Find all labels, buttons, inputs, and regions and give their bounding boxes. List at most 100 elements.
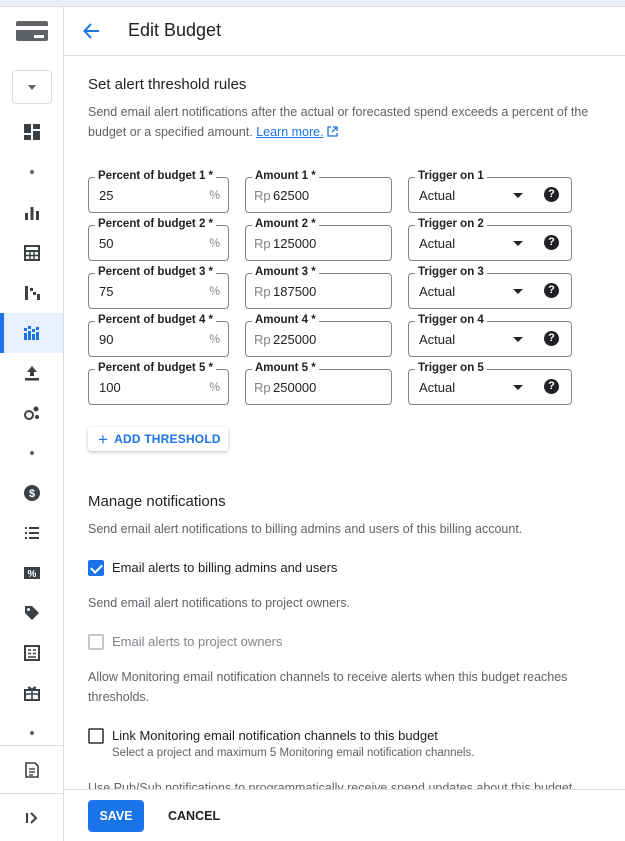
add-threshold-button[interactable]: + ADD THRESHOLD xyxy=(88,427,228,451)
cancel-button[interactable]: CANCEL xyxy=(160,800,228,832)
budgets-icon xyxy=(23,326,39,340)
sidebar-item-labels[interactable] xyxy=(0,593,63,633)
dashboard-icon xyxy=(23,124,40,140)
upload-icon xyxy=(24,366,39,381)
help-icon[interactable]: ? xyxy=(544,235,559,250)
threshold-description: Send email alert notifications after the… xyxy=(88,102,598,142)
account-selector[interactable] xyxy=(12,70,52,104)
percent-value-2: 50 xyxy=(99,236,114,251)
sidebar-item-dot-2[interactable] xyxy=(0,433,63,473)
help-icon[interactable]: ? xyxy=(544,331,559,346)
back-button[interactable] xyxy=(80,19,104,43)
learn-more-label: Learn more. xyxy=(256,125,324,139)
dot-icon xyxy=(29,731,34,735)
sidebar-item-release-notes[interactable] xyxy=(0,750,63,790)
chevron-down-icon xyxy=(513,241,523,246)
percent-field-3[interactable]: Percent of budget 3 * 75 % xyxy=(88,265,229,309)
monitoring-checkbox[interactable] xyxy=(88,728,104,744)
trigger-value-4: Actual xyxy=(419,332,456,347)
amount-label-1: Amount 1 * xyxy=(252,169,319,183)
tag-icon xyxy=(24,606,39,620)
trigger-label-5: Trigger on 5 xyxy=(415,361,487,375)
amount-field-5[interactable]: Amount 5 * Rp 250000 xyxy=(245,361,392,405)
trigger-value-1: Actual xyxy=(419,188,456,203)
trigger-select-2[interactable]: Trigger on 2 Actual ? xyxy=(408,217,572,261)
admins-checkbox-label[interactable]: Email alerts to billing admins and users xyxy=(112,560,337,575)
learn-more-link[interactable]: Learn more. xyxy=(256,125,323,139)
sidebar-item-budgets[interactable] xyxy=(0,313,63,353)
trigger-select-5[interactable]: Trigger on 5 Actual ? xyxy=(408,361,572,405)
save-button[interactable]: SAVE xyxy=(88,800,144,832)
sidebar-divider xyxy=(0,745,63,746)
add-threshold-label: ADD THRESHOLD xyxy=(114,432,221,446)
chevron-down-icon xyxy=(513,289,523,294)
sidebar-item-transactions[interactable] xyxy=(0,513,63,553)
trigger-value-5: Actual xyxy=(419,380,456,395)
currency-prefix-1: Rp xyxy=(254,188,271,203)
monitoring-checkbox-label[interactable]: Link Monitoring email notification chann… xyxy=(112,728,438,743)
percent-field-4[interactable]: Percent of budget 4 * 90 % xyxy=(88,313,229,357)
currency-prefix-2: Rp xyxy=(254,236,271,251)
bar-chart-icon xyxy=(24,207,39,220)
sidebar-item-export[interactable] xyxy=(0,353,63,393)
trigger-value-2: Actual xyxy=(419,236,456,251)
help-icon[interactable]: ? xyxy=(544,379,559,394)
percent-suffix-4: % xyxy=(209,332,220,346)
sidebar-item-trend[interactable] xyxy=(0,273,63,313)
percent-label-4: Percent of budget 4 * xyxy=(95,313,217,327)
trigger-label-3: Trigger on 3 xyxy=(415,265,487,279)
percent-value-5: 100 xyxy=(99,380,121,395)
sidebar-item-pricing[interactable]: $ xyxy=(0,473,63,513)
amount-field-1[interactable]: Amount 1 * Rp 62500 xyxy=(245,169,392,213)
admins-checkbox[interactable] xyxy=(88,560,104,576)
trigger-select-3[interactable]: Trigger on 3 Actual ? xyxy=(408,265,572,309)
external-link-icon[interactable] xyxy=(326,126,338,137)
percent-field-1[interactable]: Percent of budget 1 * 25 % xyxy=(88,169,229,213)
sidebar-item-documents[interactable] xyxy=(0,633,63,673)
sidebar-item-promotions[interactable] xyxy=(0,673,63,713)
amount-value-5: 250000 xyxy=(273,380,317,395)
chevron-down-icon xyxy=(513,385,523,390)
arrow-back-icon xyxy=(83,23,99,39)
trigger-select-1[interactable]: Trigger on 1 Actual ? xyxy=(408,169,572,213)
help-icon[interactable]: ? xyxy=(544,187,559,202)
help-icon[interactable]: ? xyxy=(544,283,559,298)
sidebar-item-dot-3[interactable] xyxy=(0,713,63,753)
amount-value-1: 62500 xyxy=(273,188,310,203)
owners-checkbox[interactable] xyxy=(88,634,104,650)
sidebar-item-overview[interactable] xyxy=(0,112,63,152)
amount-field-2[interactable]: Amount 2 * Rp 125000 xyxy=(245,217,392,261)
ledger-icon xyxy=(23,645,40,661)
chevron-down-icon xyxy=(513,337,523,342)
threshold-section-title: Set alert threshold rules xyxy=(88,76,247,93)
calculator-icon xyxy=(23,245,40,261)
sidebar-item-credits[interactable]: % xyxy=(0,553,63,593)
monitoring-description: Allow Monitoring email notification chan… xyxy=(88,670,568,704)
amount-field-4[interactable]: Amount 4 * Rp 225000 xyxy=(245,313,392,357)
gift-icon xyxy=(23,686,40,701)
amount-label-3: Amount 3 * xyxy=(252,265,319,279)
svg-text:%: % xyxy=(27,569,36,580)
chevron-down-icon xyxy=(513,193,523,198)
admins-description: Send email alert notifications to billin… xyxy=(88,522,523,536)
sidebar-item-reports[interactable] xyxy=(0,193,63,233)
sidebar-item-commitments[interactable] xyxy=(0,393,63,433)
monitoring-sub-label: Select a project and maximum 5 Monitorin… xyxy=(112,747,475,759)
expand-icon xyxy=(25,812,37,824)
percent-field-5[interactable]: Percent of budget 5 * 100 % xyxy=(88,361,229,405)
plus-icon: + xyxy=(98,429,109,449)
trigger-select-4[interactable]: Trigger on 4 Actual ? xyxy=(408,313,572,357)
billing-logo-icon[interactable] xyxy=(16,21,48,41)
owners-description: Send email alert notifications to projec… xyxy=(88,596,350,610)
percent-label-5: Percent of budget 5 * xyxy=(95,361,217,375)
sidebar-item-dot-1[interactable] xyxy=(0,152,63,192)
amount-field-3[interactable]: Amount 3 * Rp 187500 xyxy=(245,265,392,309)
percent-field-2[interactable]: Percent of budget 2 * 50 % xyxy=(88,217,229,261)
percent-suffix-3: % xyxy=(209,284,220,298)
owners-checkbox-label[interactable]: Email alerts to project owners xyxy=(112,634,283,649)
currency-prefix-3: Rp xyxy=(254,284,271,299)
sidebar-expand-button[interactable] xyxy=(0,798,63,838)
sidebar-item-calculator[interactable] xyxy=(0,233,63,273)
main-content: Set alert threshold rules Send email ale… xyxy=(64,56,625,789)
notifications-section-title: Manage notifications xyxy=(88,493,226,510)
